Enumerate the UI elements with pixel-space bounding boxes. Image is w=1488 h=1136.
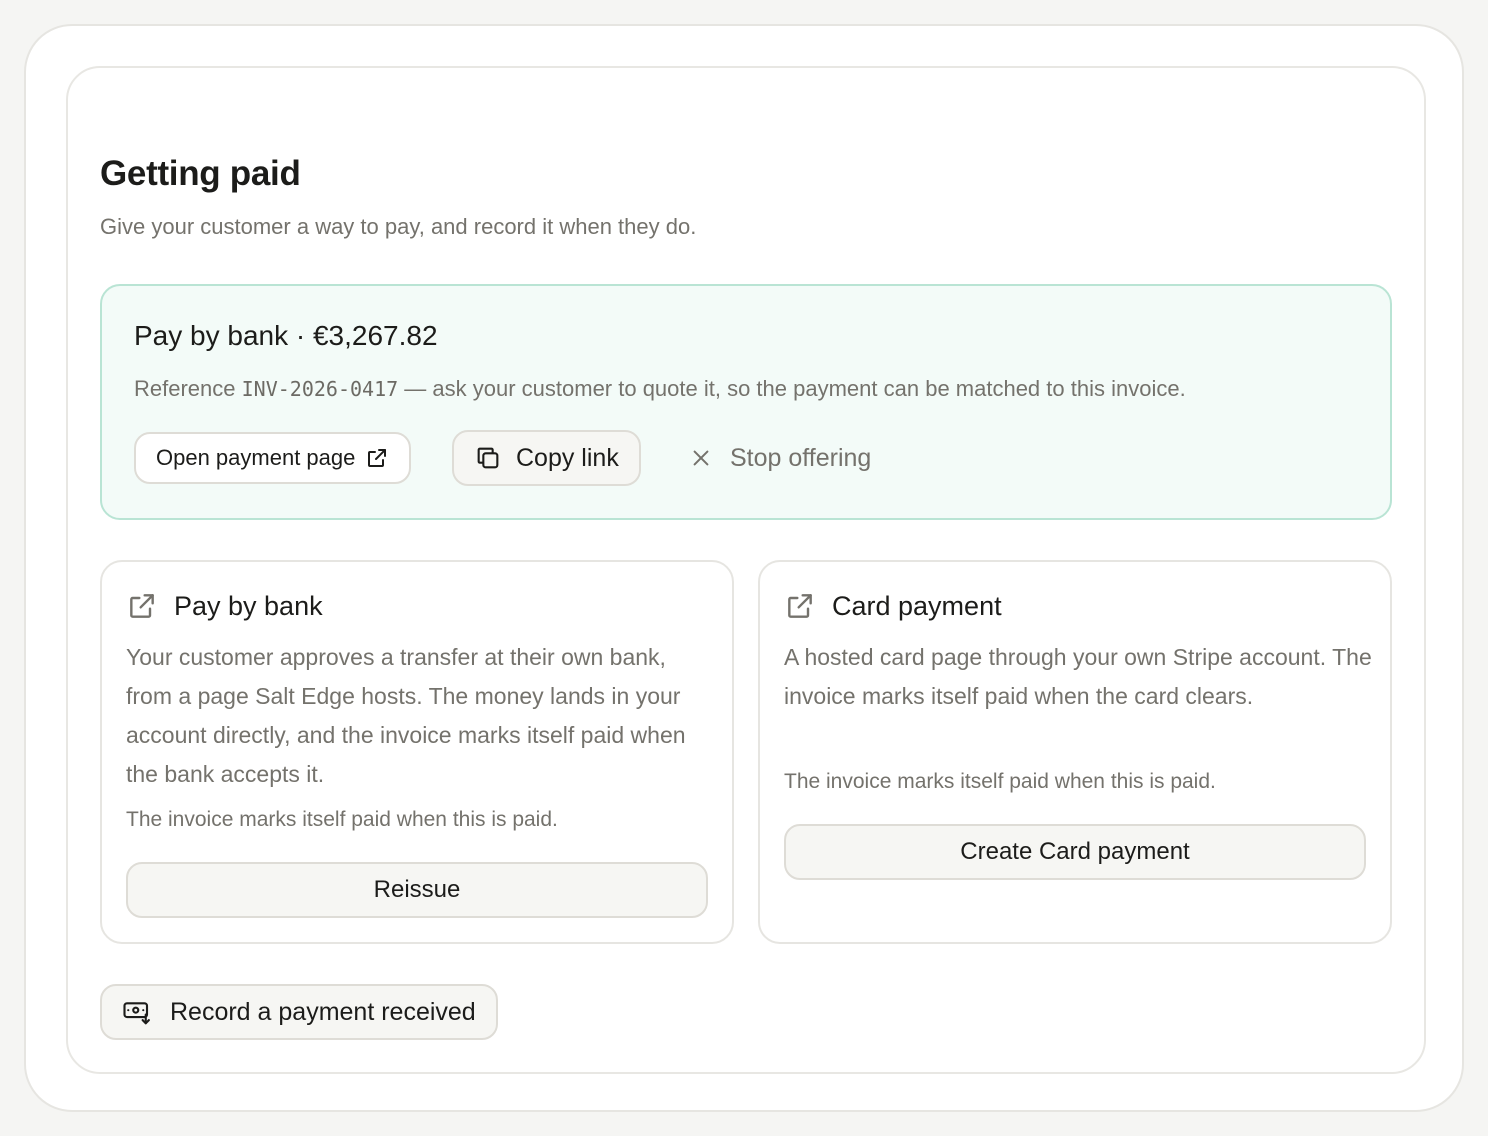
getting-paid-card: Getting paid Give your customer a way to… bbox=[66, 66, 1426, 1074]
active-offer-title: Pay by bank · €3,267.82 bbox=[134, 320, 438, 351]
copy-link-button[interactable]: Copy link bbox=[452, 430, 641, 486]
reference-suffix: — ask your customer to quote it, so the … bbox=[398, 376, 1186, 401]
reference-prefix: Reference bbox=[134, 376, 242, 401]
stop-offering-button[interactable]: Stop offering bbox=[690, 432, 871, 484]
method-card-description: A hosted card page through your own Stri… bbox=[784, 644, 1372, 709]
method-card-title: Pay by bank bbox=[174, 590, 323, 621]
external-link-icon bbox=[126, 590, 158, 622]
money-in-icon bbox=[122, 997, 152, 1027]
method-card-note: The invoice marks itself paid when this … bbox=[126, 808, 558, 831]
active-offer-reference: Reference INV-2026-0417 — ask your custo… bbox=[134, 376, 1186, 402]
outer-panel: Getting paid Give your customer a way to… bbox=[24, 24, 1464, 1112]
reissue-button[interactable]: Reissue bbox=[126, 862, 708, 918]
close-icon bbox=[690, 447, 712, 469]
page-subtitle: Give your customer a way to pay, and rec… bbox=[100, 214, 697, 239]
method-card-header: Pay by bank bbox=[126, 590, 323, 622]
external-link-icon bbox=[365, 446, 389, 470]
method-card-card-payment: Card payment A hosted card page through … bbox=[758, 560, 1392, 944]
active-offer-panel: Pay by bank · €3,267.82 Reference INV-20… bbox=[100, 284, 1392, 520]
method-card-description: Your customer approves a transfer at the… bbox=[126, 644, 686, 787]
open-payment-page-button[interactable]: Open payment page bbox=[134, 432, 412, 484]
open-payment-page-label: Open payment page bbox=[156, 445, 356, 470]
stop-offering-label: Stop offering bbox=[730, 443, 872, 472]
copy-icon bbox=[474, 444, 502, 472]
create-card-payment-button[interactable]: Create Card payment bbox=[784, 824, 1366, 880]
method-card-title: Card payment bbox=[832, 590, 1002, 621]
copy-link-label: Copy link bbox=[516, 443, 619, 472]
record-payment-button[interactable]: Record a payment received bbox=[100, 984, 498, 1040]
method-card-note: The invoice marks itself paid when this … bbox=[784, 770, 1216, 793]
page-title: Getting paid bbox=[100, 154, 301, 193]
method-card-pay-by-bank: Pay by bank Your customer approves a tra… bbox=[100, 560, 734, 944]
method-card-header: Card payment bbox=[784, 590, 1002, 622]
external-link-icon bbox=[784, 590, 816, 622]
reference-code: INV-2026-0417 bbox=[241, 377, 399, 401]
record-payment-label: Record a payment received bbox=[170, 997, 476, 1026]
